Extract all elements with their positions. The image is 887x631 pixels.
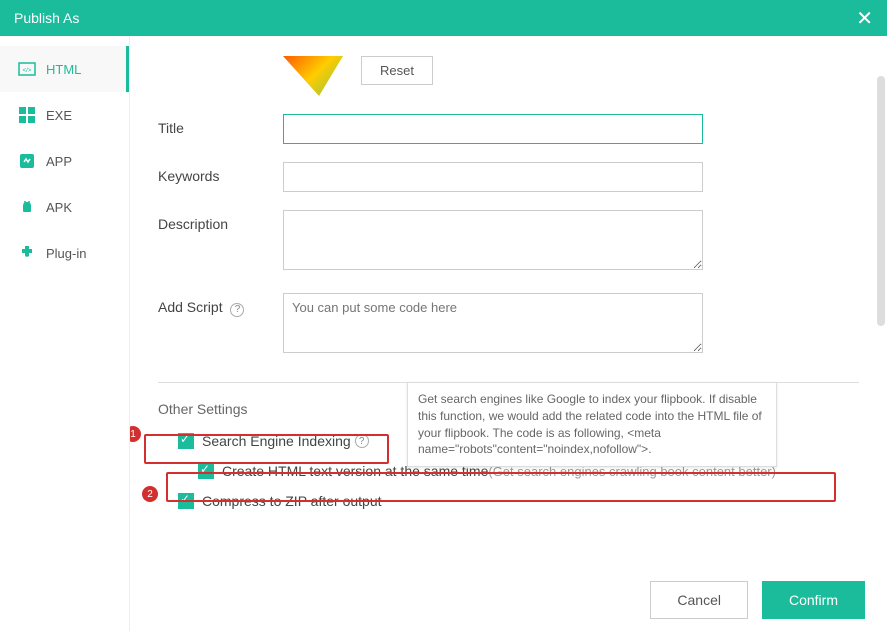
checkbox-checked-icon[interactable] [198,463,214,479]
svg-text:</>: </> [23,68,32,74]
sidebar-item-apk[interactable]: APK [0,184,129,230]
sidebar-item-app[interactable]: APP [0,138,129,184]
sidebar-item-label: Plug-in [46,246,86,261]
annotation-badge-1: 1 [130,426,141,442]
plugin-icon [18,244,36,262]
description-label: Description [158,210,283,232]
exe-icon [18,106,36,124]
scrollbar[interactable] [877,76,885,326]
html-icon: </> [18,60,36,78]
keywords-input[interactable] [283,162,703,192]
sidebar-item-label: HTML [46,62,81,77]
description-input[interactable] [283,210,703,270]
thumbnail-preview [283,56,343,96]
android-icon [18,198,36,216]
addscript-label: Add Script ? [158,293,283,317]
sidebar-item-label: APK [46,200,72,215]
close-icon[interactable]: ✕ [856,6,873,31]
dialog-title: Publish As [14,10,79,26]
keywords-label: Keywords [158,162,283,184]
sidebar-item-label: APP [46,154,72,169]
title-label: Title [158,114,283,136]
addscript-input[interactable] [283,293,703,353]
checkbox-checked-icon[interactable] [178,493,194,509]
sidebar-item-label: EXE [46,108,72,123]
title-input[interactable] [283,114,703,144]
help-icon[interactable]: ? [355,434,369,448]
sidebar-item-plugin[interactable]: Plug-in [0,230,129,276]
tooltip: Get search engines like Google to index … [407,382,777,467]
compress-label: Compress to ZIP after output [202,493,382,509]
app-icon [18,152,36,170]
main-panel: Reset Title Keywords Description Add Scr… [130,36,887,631]
annotation-badge-2: 2 [142,486,158,502]
search-engine-label: Search Engine Indexing [202,433,351,449]
confirm-button[interactable]: Confirm [762,581,865,619]
cancel-button[interactable]: Cancel [650,581,748,619]
compress-zip-row[interactable]: Compress to ZIP after output [178,493,859,509]
titlebar: Publish As ✕ [0,0,887,36]
sidebar-item-exe[interactable]: EXE [0,92,129,138]
help-icon[interactable]: ? [230,303,244,317]
sidebar: </> HTML EXE APP APK Plug-in [0,36,130,631]
checkbox-checked-icon[interactable] [178,433,194,449]
sidebar-item-html[interactable]: </> HTML [0,46,129,92]
footer: Cancel Confirm [628,569,887,631]
reset-button[interactable]: Reset [361,56,433,85]
